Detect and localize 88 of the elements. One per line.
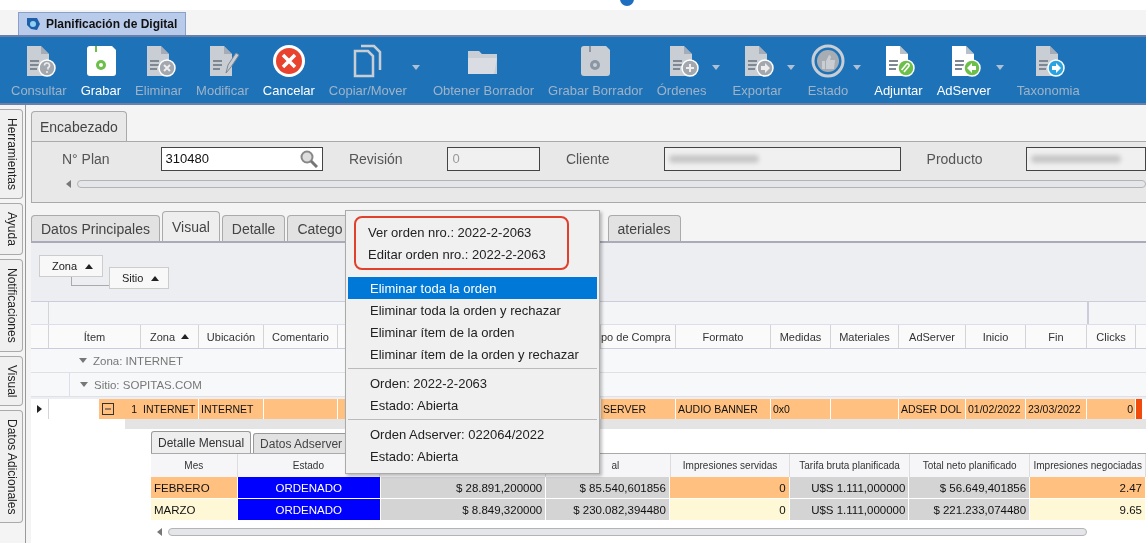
group-label: Zona: INTERNET [93,354,184,367]
tab[interactable]: ateriales [607,215,681,241]
field-label: Producto [926,150,984,167]
column-header[interactable]: Ubicación [199,325,264,348]
side-tab[interactable]: Datos Adicionales [0,410,23,524]
tab[interactable]: Detalle [221,215,286,241]
menu-item[interactable]: Estado: Abierta [348,394,597,416]
table-cell: 0 [669,477,790,499]
toolbar-button[interactable]: Adjuntar [867,37,930,103]
cancel-icon [270,43,307,79]
section-tab[interactable]: Encabezado [31,111,127,141]
table-cell: INTERNET [199,399,264,419]
caret-icon[interactable] [995,64,1004,70]
column-header[interactable]: Clicks [1087,325,1136,348]
thumbs-up-icon [809,43,846,79]
table-cell: 9.65 [1030,499,1146,521]
table-cell: 0 [669,499,790,521]
table-cell: SERVER [601,399,676,419]
table-cell: 0x0 [771,399,831,419]
status-cell: ORDENADO [237,477,381,499]
input-field[interactable]: 310480 [160,146,323,171]
input-field[interactable] [1026,146,1146,171]
column-header[interactable]: po de Compra [601,325,676,348]
scrollbar[interactable] [77,180,1146,188]
table-cell: ADSER DOL [899,399,966,419]
expanded-caret-icon[interactable] [79,358,87,363]
sort-ascending-icon [181,334,190,339]
column-header[interactable]: Ítem [49,325,141,348]
sort-ascending-icon [85,263,94,269]
group-chip[interactable]: Zona [39,255,104,277]
scrollbar[interactable] [168,528,1087,536]
table-cell: 1 [99,399,141,419]
table-cell: $ 8.849,320000 [380,499,547,521]
column-header[interactable]: Inicio [966,325,1026,348]
table-cell: $ 56.649,401856 [909,477,1031,499]
input-field[interactable] [663,146,901,171]
table-cell: $ 230.082,394480 [546,499,670,521]
menu-item[interactable]: Orden Adserver: 022064/2022 [348,423,597,445]
search-icon[interactable] [299,149,318,168]
column-header[interactable]: Medidas [771,325,831,348]
sort-ascending-icon [151,275,160,281]
column-header[interactable]: Fin [1026,325,1087,348]
table-cell: 01/02/2022 [966,399,1026,419]
tab[interactable]: Datos Principales [31,215,160,241]
toolbar-button[interactable]: Grabar [73,37,129,103]
table-cell: AUDIO BANNER [676,399,771,419]
side-tab[interactable]: Visual [0,355,23,406]
group-chip[interactable]: Sitio [109,267,170,289]
column-header[interactable]: Materiales [831,325,899,348]
menu-item[interactable]: Eliminar toda la orden [348,277,597,299]
column-header[interactable]: Formato [676,325,771,348]
field-label: Cliente [565,150,611,167]
column-header[interactable]: Zona [141,325,199,348]
menu-item[interactable]: Eliminar ítem de la orden [348,321,597,343]
table-cell: $ 28.891,200000 [380,477,547,499]
table-cell: 0 [1087,399,1136,419]
menu-item[interactable]: Ver orden nro.: 2022-2-2063 [356,221,567,243]
tab[interactable]: Visual [161,211,220,241]
table-cell: 23/03/2022 [1026,399,1087,419]
tab[interactable]: Detalle Mensual [151,431,252,453]
field-label: Revisión [348,150,404,167]
table-cell: $ 221.233,074480 [909,499,1031,521]
column-header[interactable]: AdServer [899,325,966,348]
menu-item[interactable]: Editar orden nro.: 2022-2-2063 [356,243,567,265]
app-logo-icon [25,16,41,32]
app-tab[interactable]: Planificación de Digital [18,12,187,35]
table-cell: FEBRERO [151,477,238,499]
side-tab[interactable]: Notificaciones [0,258,23,352]
menu-item[interactable]: Eliminar ítem de la orden y rechazar [348,343,597,365]
expanded-caret-icon[interactable] [80,382,88,387]
scroll-left-icon[interactable] [66,180,71,188]
scroll-left-icon[interactable] [157,528,162,536]
status-cell: ORDENADO [237,499,381,521]
collapse-icon[interactable] [102,403,114,415]
side-tab[interactable]: Herramientas [0,109,23,200]
field-label: N° Plan [62,150,111,167]
side-tab[interactable]: Ayuda [0,203,23,255]
table-cell: INTERNET [141,399,199,419]
column-header[interactable]: Comentario [264,325,338,348]
table-cell: MARZO [151,499,238,521]
table-cell: U$S 1.111,000000 [789,499,910,521]
group-label: Sitio: SOPITAS.COM [94,378,202,391]
table-cell: U$S 1.111,000000 [789,477,910,499]
table-cell: 2.47 [1030,477,1146,499]
table-cell: $ 85.540,601856 [546,477,670,499]
toolbar-button[interactable]: Cancelar [255,37,322,103]
toolbar-button[interactable]: AdServer [929,37,998,103]
menu-item[interactable]: Orden: 2022-2-2063 [348,372,597,394]
